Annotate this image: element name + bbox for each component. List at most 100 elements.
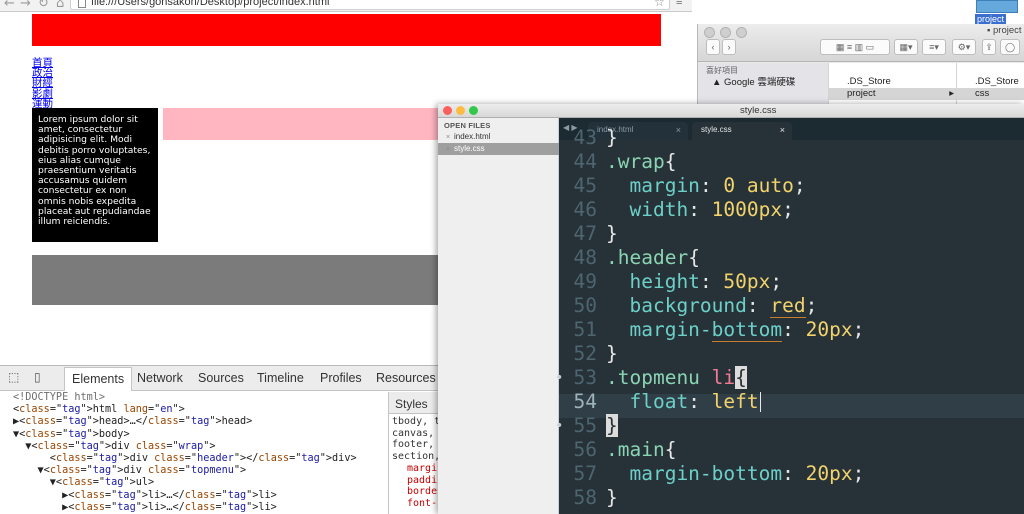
line-number: 57 (573, 462, 597, 485)
code-text: background: red; (629, 294, 818, 318)
code-line[interactable]: 46 width: 1000px; (559, 198, 1024, 222)
line-number: 44 (573, 150, 597, 173)
topmenu: 首頁 政治 財經 影劇 運動 (32, 58, 53, 110)
drive-icon: ▲ (712, 77, 725, 88)
code-line[interactable]: 51 margin-bottom: 20px; (559, 318, 1024, 342)
code-text: } (606, 342, 618, 365)
folder-icon[interactable] (976, 0, 1018, 13)
folder-row-selected[interactable]: project ▸ (829, 88, 957, 100)
tab-timeline[interactable]: Timeline (257, 371, 304, 385)
line-number: 53 (573, 366, 597, 389)
forward-button[interactable]: › (722, 39, 736, 55)
dom-node-line[interactable]: <class="tag">html lang="en"> (13, 404, 388, 416)
code-line[interactable]: 52} (559, 342, 1024, 366)
inspect-icon[interactable]: ⬚ (8, 370, 22, 384)
dom-node-line[interactable]: ▶<class="tag">head>…</class="tag">head> (13, 416, 388, 428)
line-number: 45 (573, 174, 597, 197)
device-mode-icon[interactable]: ▯ (34, 370, 48, 384)
close-light[interactable] (443, 106, 452, 115)
text-caret (760, 392, 761, 412)
code-line[interactable]: 56 .main{ (559, 438, 1024, 462)
line-number: 43 (573, 126, 597, 149)
code-text: .header{ (606, 246, 700, 269)
close-light[interactable] (704, 27, 715, 38)
code-text: } (606, 222, 618, 245)
line-number: 49 (573, 270, 597, 293)
tab-elements[interactable]: Elements (64, 367, 133, 391)
minimize-light[interactable] (720, 27, 731, 38)
code-text: } (606, 414, 618, 437)
file-row[interactable]: .DS_Store (833, 76, 957, 88)
zoom-light[interactable] (736, 27, 747, 38)
code-line[interactable]: 47} (559, 222, 1024, 246)
favorites-heading: 喜好項目 (706, 66, 738, 75)
line-number: 56 (573, 438, 597, 461)
dom-node-line[interactable]: <!DOCTYPE html> (13, 392, 388, 404)
back-icon[interactable]: ← (4, 0, 15, 11)
code-line[interactable]: 43} (559, 126, 1024, 150)
minimize-light[interactable] (456, 106, 465, 115)
code-line[interactable]: 49 height: 50px; (559, 270, 1024, 294)
forward-icon[interactable]: → (20, 0, 31, 11)
tab-network[interactable]: Network (137, 371, 183, 385)
code-text: margin: 0 auto; (629, 174, 806, 197)
dom-node-line[interactable]: <class="tag">div class="header"></class=… (13, 453, 388, 465)
folder-row-css[interactable]: css (957, 88, 1024, 100)
open-file-item[interactable]: × index.html (438, 131, 559, 143)
chevron-right-icon: ▸ (949, 88, 954, 99)
bookmark-star-icon[interactable]: ☆ (654, 0, 665, 9)
home-icon[interactable]: ⌂ (56, 0, 64, 11)
sort-button[interactable]: ≡▾ (922, 39, 946, 55)
dom-node-line[interactable]: ▼<class="tag">body> (13, 429, 388, 441)
url-text: file:///Users/gonsakon/Desktop/project/i… (91, 0, 330, 8)
code-line[interactable]: 48 .header{ (559, 246, 1024, 270)
code-line[interactable]: • 53 .topmenu li{ (555, 366, 1024, 390)
dom-node-line[interactable]: ▼<class="tag">div class="topmenu"> (13, 465, 388, 477)
tags-button[interactable]: ◯ (1000, 39, 1020, 55)
url-bar[interactable]: file:///Users/gonsakon/Desktop/project/i… (70, 0, 670, 10)
reload-icon[interactable]: ↻ (38, 0, 49, 11)
line-number: 48 (573, 246, 597, 269)
code-line[interactable]: 54 float: left (559, 390, 1024, 414)
share-button[interactable]: ⇪ (982, 39, 996, 55)
code-editor[interactable]: 43} 44 .wrap{45 margin: 0 auto; 46 width: 1… (555, 126, 1024, 514)
line-number: 47 (573, 222, 597, 245)
code-line[interactable]: 45 margin: 0 auto; (559, 174, 1024, 198)
dom-node-line[interactable]: ▼<class="tag">div class="wrap"> (13, 441, 388, 453)
view-buttons[interactable]: ▦ ≡ ▥ ▭ (820, 39, 890, 55)
sidebar-item-google-drive[interactable]: ▲ Google 雲端硬碟 (712, 77, 795, 89)
code-line[interactable]: 44 .wrap{ (559, 150, 1024, 174)
tab-profiles[interactable]: Profiles (320, 371, 362, 385)
menu-icon[interactable]: ≡ (676, 0, 682, 8)
action-gear-button[interactable]: ⚙▾ (952, 39, 976, 55)
styles-panel: Styles tbody, t canvas, footer, section, mar… (388, 392, 445, 514)
code-line[interactable]: 58} (559, 486, 1024, 510)
code-text: } (606, 126, 618, 149)
desktop-folder-label[interactable]: project (975, 14, 1007, 24)
code-text: margin-bottom: 20px; (629, 462, 865, 485)
file-row[interactable]: .DS_Store (961, 76, 1019, 88)
code-text: width: 1000px; (629, 198, 794, 221)
open-file-item-selected[interactable]: × style.css (438, 143, 559, 155)
dom-node-line[interactable]: ▶<class="tag">li>…</class="tag">li> (13, 502, 388, 514)
finder-titlebar: ▪ project ‹ › ▦ ≡ ▥ ▭ ▦▾ ≡▾ ⚙▾ ⇪ ◯ (698, 24, 1024, 62)
code-line[interactable]: 57 margin-bottom: 20px; (559, 462, 1024, 486)
back-button[interactable]: ‹ (706, 39, 720, 55)
dom-node-line[interactable]: ▼<class="tag">ul> (13, 477, 388, 489)
zoom-light[interactable] (469, 106, 478, 115)
tab-resources[interactable]: Resources (376, 371, 436, 385)
code-text: height: 50px; (629, 270, 783, 293)
finder-title: ▪ project (987, 25, 1022, 36)
line-number: 46 (573, 198, 597, 221)
code-line[interactable]: • 55} (555, 414, 1024, 438)
line-number: 58 (573, 486, 597, 509)
dom-node-line[interactable]: ▶<class="tag">li>…</class="tag">li> (13, 490, 388, 502)
footer-block (32, 255, 452, 305)
dom-tree[interactable]: <!DOCTYPE html> <class="tag">html lang="e… (0, 392, 388, 514)
arrange-button[interactable]: ▦▾ (894, 39, 918, 55)
close-icon[interactable]: × (446, 144, 454, 156)
line-number: 55 (573, 414, 597, 437)
code-line[interactable]: 50 background: red; (559, 294, 1024, 318)
styles-tab[interactable]: Styles (389, 392, 445, 414)
tab-sources[interactable]: Sources (198, 371, 244, 385)
